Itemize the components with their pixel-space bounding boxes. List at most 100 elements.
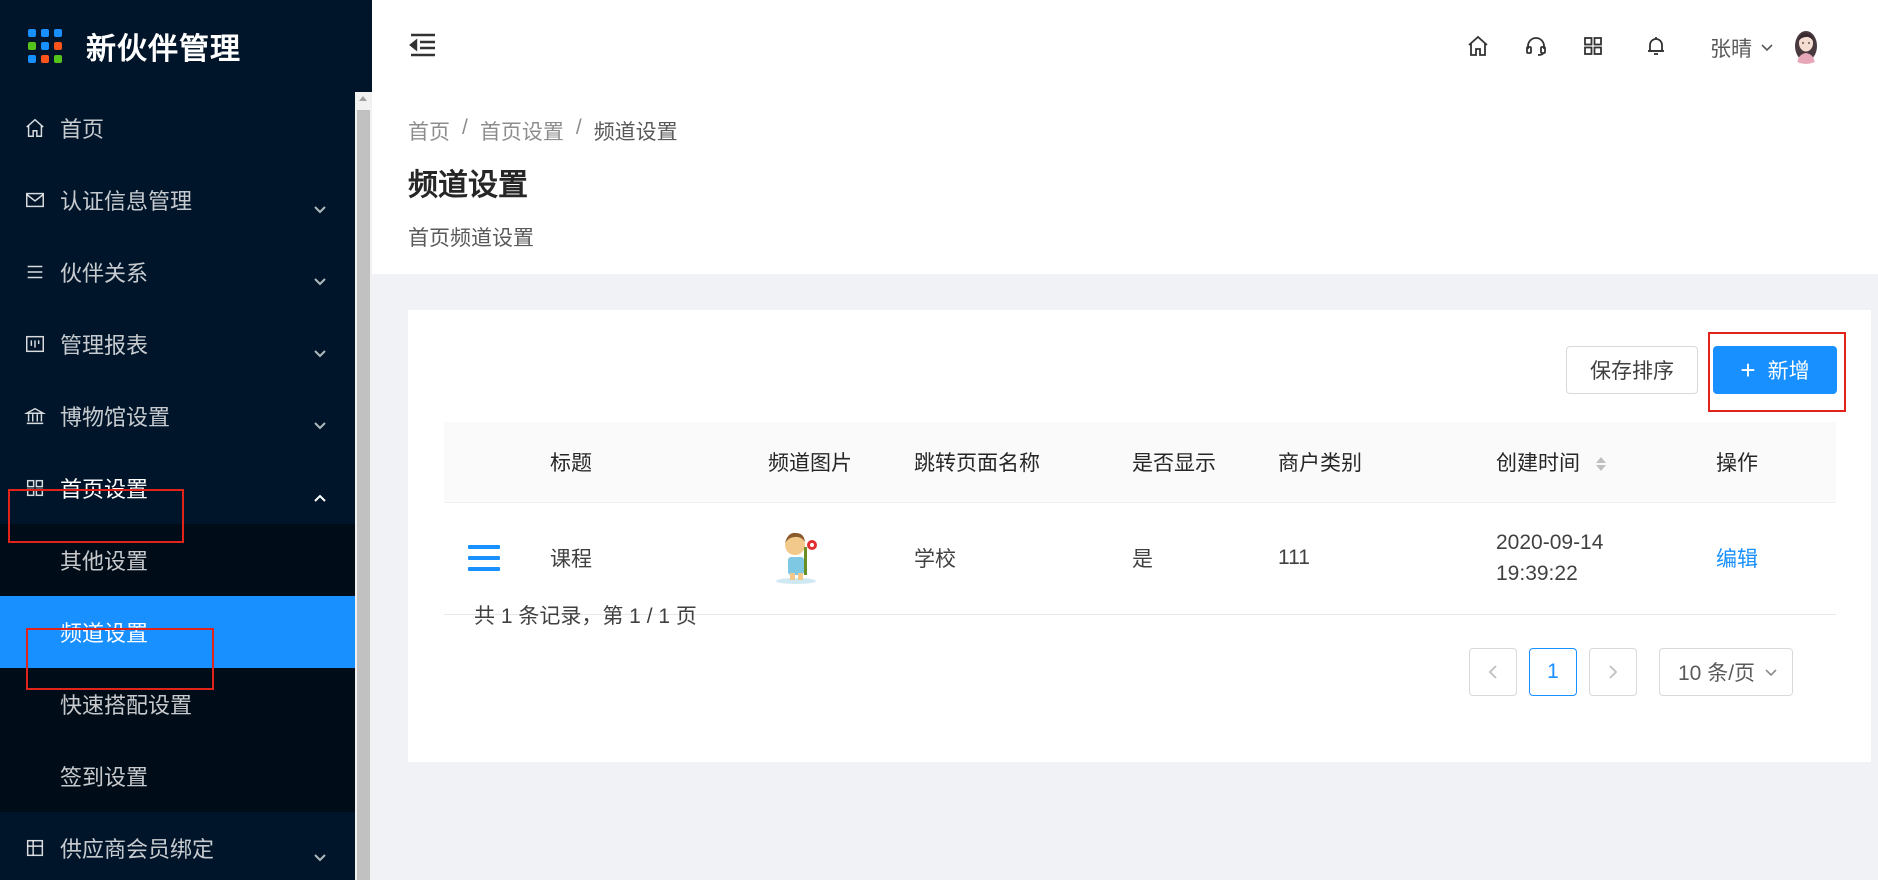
sidebar-item-home[interactable]: 首页	[0, 92, 355, 164]
sidebar: 新伙伴管理 首页 认证信息管理 伙伴关系 管理报表 博物馆设置 首页设置 其他设…	[0, 0, 372, 880]
top-header: 张晴	[372, 0, 1878, 92]
breadcrumb-current: 频道设置	[593, 121, 678, 144]
sidebar-item-channel-settings[interactable]: 频道设置	[0, 596, 355, 668]
appstore-icon[interactable]	[1579, 32, 1607, 60]
page-size-select[interactable]: 10 条/页	[1659, 648, 1793, 696]
created-time: 19:39:22	[1496, 562, 1578, 585]
sidebar-item-partners[interactable]: 伙伴关系	[0, 236, 355, 308]
column-header-action: 操作	[1716, 422, 1836, 503]
bank-icon	[24, 405, 46, 427]
page-size-value: 10 条/页	[1678, 662, 1756, 685]
column-header-image: 频道图片	[768, 422, 914, 503]
column-header-page-name: 跳转页面名称	[914, 422, 1132, 503]
chevron-down-icon	[1765, 669, 1777, 677]
sidebar-item-supplier-binding[interactable]: 供应商会员绑定	[0, 812, 355, 880]
chevron-down-icon	[313, 339, 327, 365]
sidebar-item-label: 频道设置	[60, 621, 149, 646]
home-icon[interactable]	[1464, 32, 1492, 60]
mail-icon	[24, 189, 46, 211]
cell-image	[768, 502, 914, 615]
chevron-up-icon	[313, 483, 327, 509]
list-icon	[24, 261, 46, 283]
column-header-category: 商户类别	[1278, 422, 1496, 503]
logo-dot	[41, 42, 49, 50]
column-header-title: 标题	[550, 422, 768, 503]
table-header-row: 标题 频道图片 跳转页面名称 是否显示 商户类别 创建时间 操作	[444, 422, 1836, 503]
save-order-button[interactable]: 保存排序	[1566, 346, 1698, 394]
cell-category: 111	[1278, 502, 1496, 615]
logo-dot	[54, 42, 62, 50]
menu-fold-icon[interactable]	[408, 30, 438, 60]
channel-image[interactable]	[768, 525, 828, 585]
submenu-homepage-settings: 其他设置 频道设置 快速搭配设置 签到设置	[0, 524, 355, 812]
add-button[interactable]: + 新增	[1713, 346, 1837, 394]
app-title: 新伙伴管理	[86, 32, 241, 67]
channel-table: 标题 频道图片 跳转页面名称 是否显示 商户类别 创建时间 操作 课程 学校 是…	[444, 422, 1836, 615]
page-description: 首页频道设置	[408, 227, 534, 250]
plus-icon: +	[1740, 355, 1756, 385]
chevron-down-icon	[313, 411, 327, 437]
sidebar-item-quick-match-settings[interactable]: 快速搭配设置	[0, 668, 355, 740]
user-name[interactable]: 张晴	[1710, 33, 1752, 63]
chevron-down-icon	[313, 195, 327, 221]
edit-link[interactable]: 编辑	[1716, 548, 1758, 571]
add-button-label: 新增	[1767, 360, 1810, 383]
drag-handle-icon[interactable]	[444, 545, 550, 571]
cell-action: 编辑	[1716, 502, 1836, 615]
sidebar-item-label: 快速搭配设置	[60, 693, 193, 718]
sidebar-item-reports[interactable]: 管理报表	[0, 308, 355, 380]
pagination-page-1[interactable]: 1	[1529, 648, 1577, 696]
sidebar-item-label: 管理报表	[60, 333, 149, 358]
page-header: 首页 / 首页设置 / 频道设置 频道设置 首页频道设置	[372, 92, 1878, 274]
sidebar-item-certification[interactable]: 认证信息管理	[0, 164, 355, 236]
sort-icon[interactable]	[1595, 457, 1606, 472]
breadcrumb-separator: /	[462, 116, 468, 139]
logo-dot	[54, 29, 62, 37]
sidebar-item-label: 博物馆设置	[60, 405, 171, 430]
pagination-prev-button[interactable]	[1469, 648, 1517, 696]
sidebar-item-museum[interactable]: 博物馆设置	[0, 380, 355, 452]
chevron-down-icon[interactable]	[1760, 40, 1774, 58]
sidebar-item-label: 其他设置	[60, 549, 149, 574]
bell-icon[interactable]	[1642, 32, 1670, 60]
pagination-summary: 共 1 条记录，第 1 / 1 页	[474, 605, 697, 628]
column-header-drag	[444, 422, 550, 503]
sidebar-item-label: 首页设置	[60, 477, 149, 502]
scrollbar-thumb[interactable]	[357, 110, 370, 880]
logo-dot	[41, 55, 49, 63]
breadcrumb-separator: /	[575, 116, 582, 139]
logo[interactable]: 新伙伴管理	[0, 0, 372, 92]
chevron-left-icon	[1488, 665, 1497, 679]
cell-visible: 是	[1132, 502, 1278, 615]
sidebar-item-label: 认证信息管理	[60, 189, 193, 214]
cell-title: 课程	[550, 502, 768, 615]
chevron-down-icon	[313, 267, 327, 293]
scroll-up-icon[interactable]	[359, 96, 367, 101]
drag-cell[interactable]	[444, 502, 550, 615]
cell-page-name: 学校	[914, 502, 1132, 615]
column-header-created-time[interactable]: 创建时间	[1496, 422, 1716, 503]
sidebar-item-other-settings[interactable]: 其他设置	[0, 524, 355, 596]
table-icon	[24, 837, 46, 859]
sidebar-item-label: 签到设置	[60, 765, 149, 790]
chevron-down-icon	[313, 843, 327, 869]
cell-created-time: 2020-09-14 19:39:22	[1496, 502, 1716, 615]
sidebar-item-label: 供应商会员绑定	[60, 837, 215, 862]
logo-dot	[41, 29, 49, 37]
logo-dot	[28, 55, 36, 63]
logo-dot	[54, 55, 62, 63]
sidebar-item-homepage-settings[interactable]: 首页设置	[0, 452, 355, 524]
column-header-label: 创建时间	[1496, 451, 1580, 475]
breadcrumb-link-home[interactable]: 首页	[408, 116, 450, 146]
sidebar-scrollbar[interactable]	[355, 92, 372, 880]
content-card: 保存排序 + 新增 标题 频道图片 跳转页面名称 是否显示 商户类别 创建时间 …	[408, 310, 1871, 762]
headset-icon[interactable]	[1522, 32, 1550, 60]
avatar[interactable]	[1786, 24, 1826, 64]
logo-icon	[28, 29, 62, 63]
chevron-right-icon	[1609, 665, 1618, 679]
sidebar-item-checkin-settings[interactable]: 签到设置	[0, 740, 355, 812]
pagination-next-button[interactable]	[1589, 648, 1637, 696]
column-header-visible: 是否显示	[1132, 422, 1278, 503]
logo-dot	[28, 29, 36, 37]
breadcrumb-link-homepage-settings[interactable]: 首页设置	[480, 116, 564, 146]
